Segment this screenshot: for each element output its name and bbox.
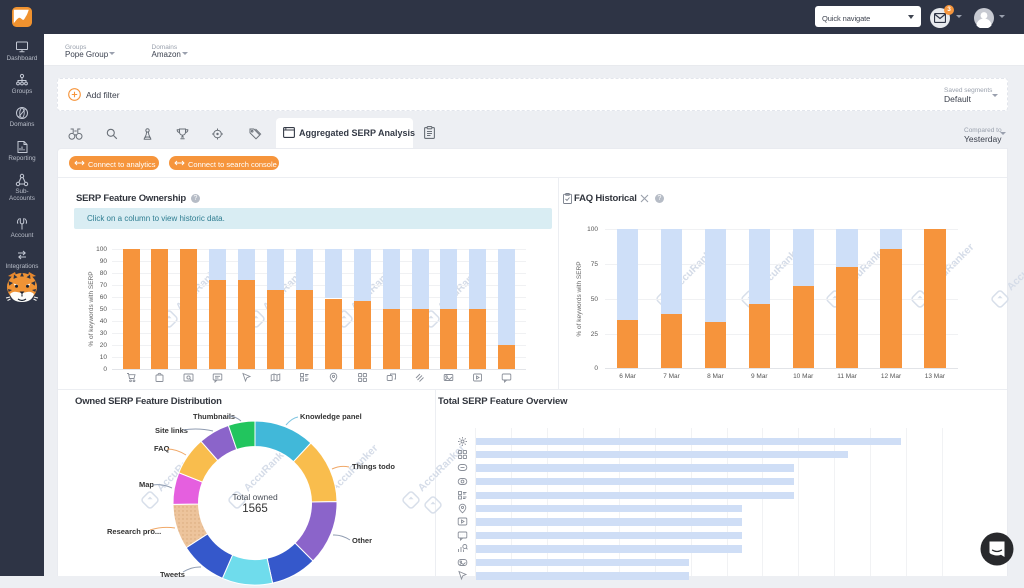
- svg-text:AccuRanker: AccuRanker: [1005, 241, 1024, 293]
